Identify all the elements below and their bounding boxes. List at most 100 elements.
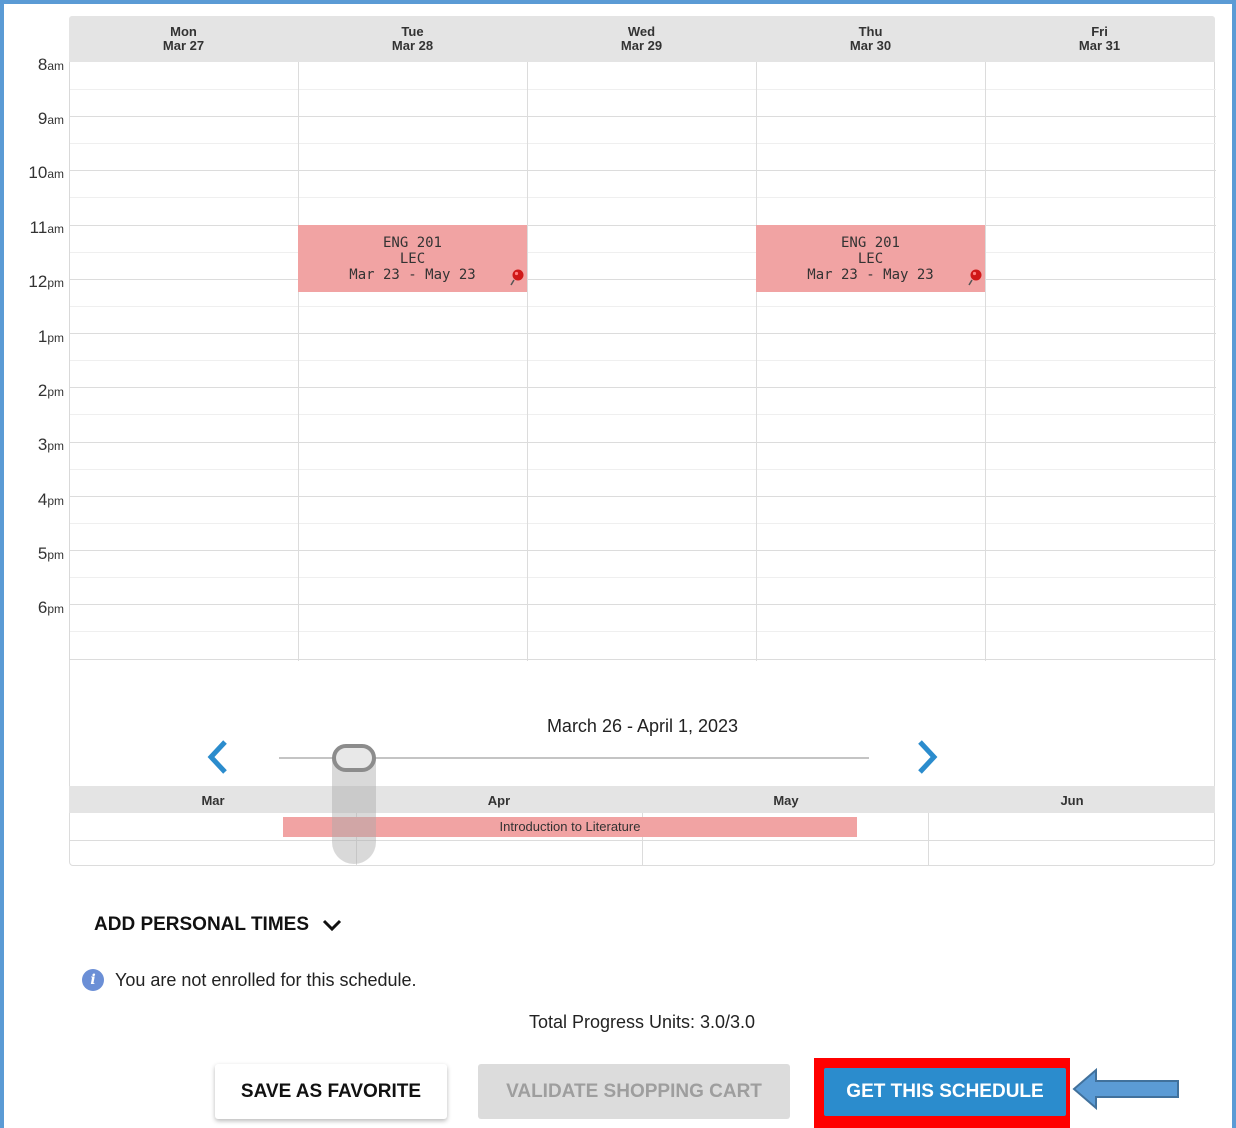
event-block-tue[interactable]: ENG 201 LEC Mar 23 - May 23 (298, 225, 527, 292)
time-label: 1pm (0, 327, 67, 347)
day-name: Fri (1091, 24, 1108, 39)
hour: 5 (37, 544, 48, 563)
weekly-calendar: Mon Mar 27 Tue Mar 28 Wed Mar 29 Thu Mar 30 … (69, 16, 1216, 661)
chevron-right-icon[interactable] (912, 738, 942, 776)
time-label: 5pm (0, 544, 67, 564)
day-divider (756, 62, 757, 661)
ampm: pm (47, 276, 64, 290)
time-label: 12pm (0, 272, 67, 292)
week-slider-handle[interactable] (332, 744, 376, 772)
grid-line (70, 143, 1216, 144)
enrollment-message: You are not enrolled for this schedule. (115, 969, 417, 990)
hour: 3 (37, 435, 48, 454)
grid-line (70, 170, 1216, 171)
grid-line (70, 442, 1216, 443)
grid-line (70, 523, 1216, 524)
ampm: pm (47, 385, 64, 399)
event-dates: Mar 23 - May 23 (807, 267, 934, 283)
save-as-favorite-button[interactable]: SAVE AS FAVORITE (215, 1064, 447, 1119)
grid-line (70, 387, 1216, 388)
grid-line (70, 414, 1216, 415)
enrollment-notice: i You are not enrolled for this schedule… (82, 969, 417, 991)
day-divider (985, 62, 986, 661)
grid-line (70, 333, 1216, 334)
month-label: Jun (1060, 793, 1084, 808)
ampm: am (47, 113, 64, 127)
time-label: 3pm (0, 435, 67, 455)
grid-line (70, 279, 1216, 280)
time-label: 9am (0, 109, 67, 129)
day-divider (298, 62, 299, 661)
ampm: pm (47, 548, 64, 562)
ampm: am (47, 167, 64, 181)
week-range-label: March 26 - April 1, 2023 (546, 716, 739, 736)
time-label: 8am (0, 55, 67, 75)
hour: 1 (37, 327, 48, 346)
pin-icon[interactable] (510, 268, 524, 286)
grid-line (70, 631, 1216, 632)
day-date: Mar 29 (620, 38, 663, 53)
ampm: pm (47, 602, 64, 616)
event-type: LEC (857, 251, 884, 267)
hour: 2 (37, 381, 48, 400)
ampm: pm (47, 494, 64, 508)
day-date: Mar 28 (391, 38, 434, 53)
calendar-grid (69, 62, 1216, 661)
day-date: Mar 27 (162, 38, 205, 53)
ampm: pm (47, 331, 64, 345)
chevron-left-icon[interactable] (203, 738, 233, 776)
ampm: am (47, 222, 64, 236)
day-name: Mon (170, 24, 197, 39)
day-date: Mar 30 (849, 38, 892, 53)
day-divider (527, 62, 528, 661)
event-dates: Mar 23 - May 23 (349, 267, 476, 283)
month-axis: Mar Apr May Jun (69, 786, 1215, 813)
grid-line (70, 469, 1216, 470)
month-label: May (773, 793, 799, 808)
timeline-divider (928, 813, 929, 866)
validate-shopping-cart-button[interactable]: VALIDATE SHOPPING CART (478, 1064, 790, 1119)
get-this-schedule-button[interactable]: GET THIS SCHEDULE (824, 1068, 1066, 1116)
day-date: Mar 31 (1078, 38, 1121, 53)
grid-line (70, 197, 1216, 198)
month-label: Mar (201, 793, 225, 808)
day-header-fri: Fri Mar 31 (985, 25, 1214, 53)
day-header-mon: Mon Mar 27 (69, 25, 298, 53)
grid-line (70, 89, 1216, 90)
info-icon: i (82, 969, 104, 991)
hour: 6 (37, 598, 48, 617)
hour: 8 (37, 55, 48, 74)
personal-times-label: ADD PERSONAL TIMES (94, 914, 310, 935)
event-course: ENG 201 (382, 235, 442, 251)
grid-line (70, 116, 1216, 117)
total-progress-units: Total Progress Units: 3.0/3.0 (528, 1012, 756, 1032)
event-block-thu[interactable]: ENG 201 LEC Mar 23 - May 23 (756, 225, 985, 292)
grid-line (70, 577, 1216, 578)
week-window-indicator (332, 758, 376, 864)
grid-line (70, 604, 1216, 605)
grid-line (70, 306, 1216, 307)
day-name: Tue (401, 24, 424, 39)
day-header-wed: Wed Mar 29 (527, 25, 756, 53)
grid-line (70, 360, 1216, 361)
day-name: Thu (858, 24, 883, 39)
grid-line (70, 225, 1216, 226)
day-name: Wed (627, 24, 656, 39)
event-type: LEC (399, 251, 426, 267)
grid-line (70, 496, 1216, 497)
day-header-tue: Tue Mar 28 (298, 25, 527, 53)
time-label: 2pm (0, 381, 67, 401)
month-label: Apr (487, 793, 511, 808)
hour: 9 (37, 109, 48, 128)
hour: 12 (28, 272, 48, 291)
pin-icon[interactable] (968, 268, 982, 286)
hour: 11 (29, 218, 48, 237)
hour: 10 (28, 163, 48, 182)
add-personal-times-toggle[interactable]: ADD PERSONAL TIMES (94, 914, 343, 936)
time-label: 6pm (0, 598, 67, 618)
time-label: 11am (0, 218, 67, 238)
hour: 4 (37, 490, 48, 509)
ampm: pm (47, 439, 64, 453)
ampm: am (47, 59, 64, 73)
chevron-down-icon (322, 919, 342, 932)
